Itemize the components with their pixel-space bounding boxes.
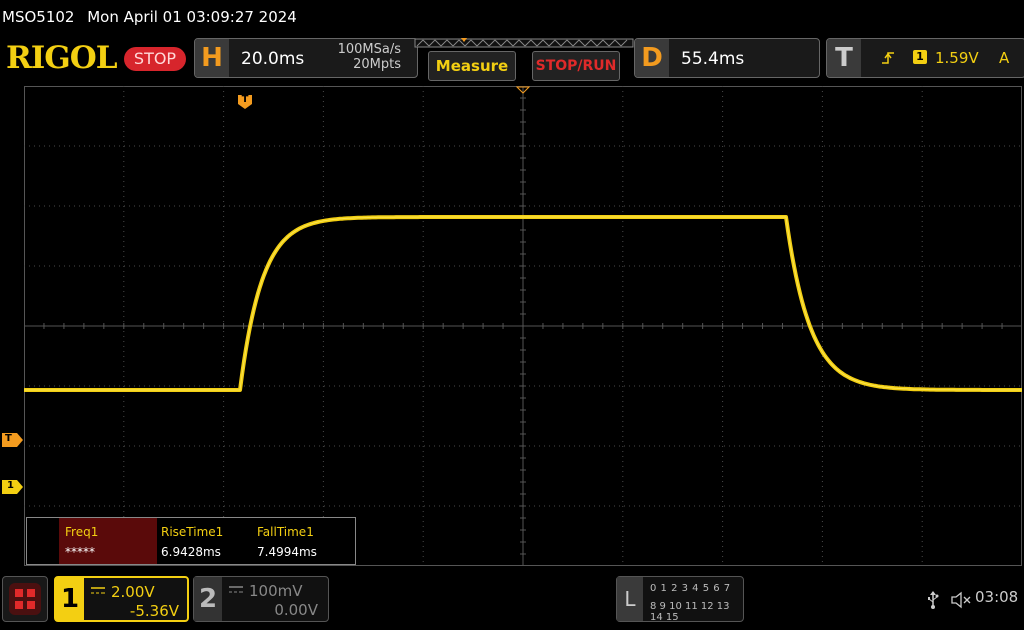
- measurement-table[interactable]: Freq1 ***** RiseTime1 6.9428ms FallTime1…: [26, 517, 356, 565]
- channel2-panel[interactable]: 2 100mV 0.00V: [193, 576, 329, 622]
- channel2-offset: 0.00V: [274, 601, 318, 619]
- model-label: MSO5102: [2, 8, 75, 26]
- acquisition-info: 100MSa/s 20Mpts: [338, 42, 401, 72]
- trigger-mode: A: [999, 49, 1010, 67]
- memory-position-bar[interactable]: [414, 36, 636, 50]
- measure-value: 7.4994ms: [257, 545, 317, 559]
- logic-label: L: [617, 577, 643, 621]
- channel1-scale: 2.00V: [111, 583, 155, 601]
- measure-name: RiseTime1: [161, 525, 224, 539]
- trigger-level-marker[interactable]: T: [2, 432, 24, 447]
- dc-coupling-icon: [91, 587, 105, 594]
- sample-rate: 100MSa/s: [337, 42, 401, 57]
- main-menu-button[interactable]: [2, 576, 48, 622]
- measure-name: FallTime1: [257, 525, 314, 539]
- measure-value: *****: [65, 545, 95, 559]
- delay-panel[interactable]: D 55.4ms: [634, 38, 820, 78]
- measure-risetime1[interactable]: RiseTime1 6.9428ms: [155, 518, 251, 564]
- logic-channels-row1: 0 1 2 3 4 5 6 7: [650, 583, 731, 594]
- menu-icon: [9, 583, 41, 615]
- horizontal-label: H: [195, 39, 229, 77]
- center-marker: [516, 86, 530, 94]
- datetime-label: Mon April 01 03:09:27 2024: [87, 8, 297, 26]
- measure-freq1[interactable]: Freq1 *****: [59, 518, 157, 564]
- mute-icon[interactable]: [950, 590, 972, 610]
- trigger-level: 1.59V: [935, 49, 979, 67]
- waveform-display[interactable]: [24, 86, 1022, 566]
- channel2-number: 2: [194, 577, 222, 621]
- horizontal-panel[interactable]: H 20.0ms 100MSa/s 20Mpts: [194, 38, 418, 78]
- channel2-scale: 100mV: [249, 582, 303, 600]
- measure-falltime1[interactable]: FallTime1 7.4994ms: [251, 518, 351, 564]
- trigger-label: T: [827, 39, 861, 77]
- delay-label: D: [635, 39, 669, 77]
- logic-channels-row2: 8 9 10 11 12 13 14 15: [650, 601, 730, 623]
- usb-icon: [928, 591, 939, 609]
- timebase-value: 20.0ms: [241, 49, 305, 69]
- trigger-source-badge: 1: [913, 50, 927, 64]
- logic-panel[interactable]: L 0 1 2 3 4 5 6 7 8 9 10 11 12 13 14 15: [616, 576, 744, 623]
- measure-value: 6.9428ms: [161, 545, 221, 559]
- measure-button[interactable]: Measure: [428, 51, 516, 81]
- trigger-position-marker[interactable]: T: [237, 94, 253, 110]
- rigol-logo: RIGOL: [6, 40, 118, 76]
- run-state-badge: STOP: [124, 47, 186, 71]
- channel1-offset: -5.36V: [129, 602, 179, 620]
- channel1-panel[interactable]: 1 2.00V -5.36V: [54, 576, 189, 622]
- memory-depth: 20Mpts: [353, 57, 401, 72]
- title-bar: MSO5102 Mon April 01 03:09:27 2024: [0, 0, 1024, 34]
- stop-run-button[interactable]: STOP/RUN: [532, 51, 620, 81]
- delay-value: 55.4ms: [681, 49, 745, 69]
- clock: 03:08: [975, 588, 1019, 606]
- ch1-offset-marker[interactable]: 1: [2, 479, 24, 494]
- channel1-number: 1: [56, 578, 84, 620]
- ch1-offset-marker-label: 1: [7, 480, 14, 491]
- dc-coupling-icon: [229, 586, 243, 593]
- trigger-level-marker-label: T: [5, 433, 12, 444]
- measure-name: Freq1: [65, 525, 99, 539]
- trigger-edge-icon: [882, 52, 894, 64]
- trigger-position-label: T: [241, 94, 249, 105]
- trigger-panel[interactable]: T 1 1.59V A: [826, 38, 1024, 78]
